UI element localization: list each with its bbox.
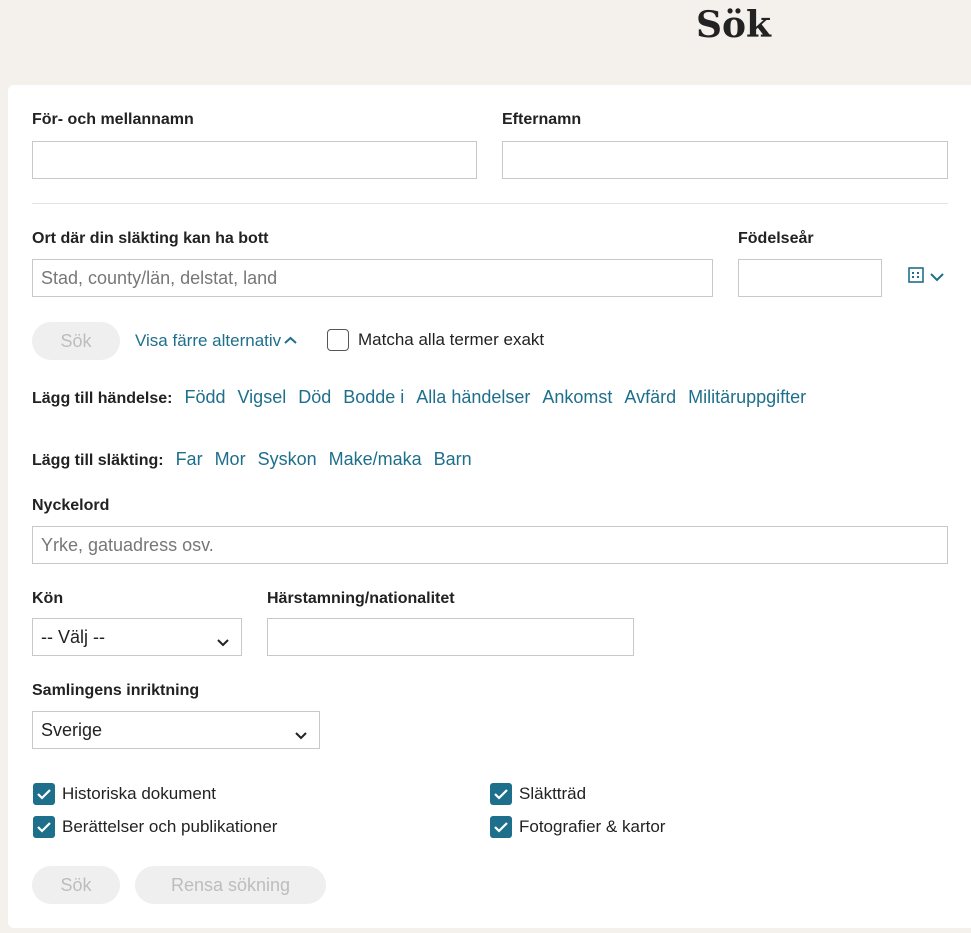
checkmark-icon — [33, 816, 55, 838]
category-family-trees[interactable]: Släktträd — [490, 783, 586, 805]
add-relative-row: Lägg till släkting: Far Mor Syskon Make/… — [32, 449, 484, 470]
event-link-departure[interactable]: Avfärd — [624, 387, 676, 408]
search-form: För- och mellannamn Efternamn Ort där di… — [8, 85, 971, 928]
clear-search-button[interactable]: Rensa sökning — [135, 866, 326, 904]
gender-selected-value: -- Välj -- — [41, 626, 105, 647]
search-button-bottom[interactable]: Sök — [32, 866, 120, 904]
chevron-down-icon — [295, 724, 307, 745]
last-name-label: Efternamn — [502, 111, 582, 128]
event-link-marriage[interactable]: Vigsel — [238, 387, 287, 408]
birth-year-options-button[interactable] — [908, 267, 944, 288]
category-stories-publications[interactable]: Berättelser och publikationer — [33, 816, 277, 838]
collection-label: Samlingens inriktning — [32, 682, 200, 699]
add-relative-label: Lägg till släkting: — [32, 452, 164, 469]
birth-year-input[interactable] — [738, 259, 882, 297]
event-link-lived-in[interactable]: Bodde i — [343, 387, 404, 408]
relative-link-mother[interactable]: Mor — [215, 449, 246, 470]
relative-link-sibling[interactable]: Syskon — [258, 449, 317, 470]
event-link-all-events[interactable]: Alla händelser — [416, 387, 530, 408]
relative-link-child[interactable]: Barn — [434, 449, 472, 470]
gender-label: Kön — [32, 590, 64, 607]
checkmark-icon — [490, 783, 512, 805]
add-event-row: Lägg till händelse: Född Vigsel Död Bodd… — [32, 387, 818, 408]
chevron-down-icon — [930, 269, 944, 287]
checkmark-icon — [33, 783, 55, 805]
search-button[interactable]: Sök — [32, 322, 120, 360]
category-label: Berättelser och publikationer — [62, 817, 278, 836]
calendar-icon — [908, 267, 924, 288]
relative-link-spouse[interactable]: Make/maka — [329, 449, 422, 470]
category-historical-records[interactable]: Historiska dokument — [33, 783, 216, 805]
place-input[interactable] — [32, 259, 713, 297]
exact-match-box — [327, 329, 349, 351]
keyword-input[interactable] — [32, 526, 948, 564]
relative-link-father[interactable]: Far — [176, 449, 203, 470]
category-label: Släktträd — [519, 784, 587, 803]
chevron-down-icon — [217, 631, 229, 652]
add-event-label: Lägg till händelse: — [32, 390, 173, 407]
first-name-input[interactable] — [32, 141, 477, 179]
event-link-born[interactable]: Född — [184, 387, 225, 408]
event-link-military[interactable]: Militäruppgifter — [688, 387, 806, 408]
divider — [32, 203, 948, 204]
category-photos-maps[interactable]: Fotografier & kartor — [490, 816, 665, 838]
collection-selected-value: Sverige — [41, 719, 103, 740]
first-name-label: För- och mellannamn — [32, 111, 194, 128]
ethnicity-label: Härstamning/nationalitet — [267, 590, 455, 607]
last-name-input[interactable] — [502, 141, 948, 179]
category-label: Fotografier & kartor — [519, 817, 666, 836]
ethnicity-input[interactable] — [267, 618, 634, 656]
event-link-death[interactable]: Död — [298, 387, 331, 408]
category-label: Historiska dokument — [62, 784, 217, 803]
chevron-up-icon — [284, 332, 297, 350]
exact-match-label: Matcha alla termer exakt — [358, 330, 545, 349]
toggle-options-link[interactable]: Visa färre alternativ — [135, 331, 297, 351]
event-link-arrival[interactable]: Ankomst — [542, 387, 612, 408]
exact-match-checkbox[interactable]: Matcha alla termer exakt — [327, 329, 544, 351]
place-label: Ort där din släkting kan ha bott — [32, 230, 269, 247]
collection-select[interactable]: Sverige — [32, 711, 320, 749]
gender-select[interactable]: -- Välj -- — [32, 618, 242, 656]
birth-year-label: Födelseår — [738, 230, 814, 247]
toggle-options-label: Visa färre alternativ — [135, 331, 282, 350]
page-header: Sök — [0, 0, 971, 84]
checkmark-icon — [490, 816, 512, 838]
page-title: Sök — [696, 4, 771, 46]
keyword-label: Nyckelord — [32, 497, 110, 514]
